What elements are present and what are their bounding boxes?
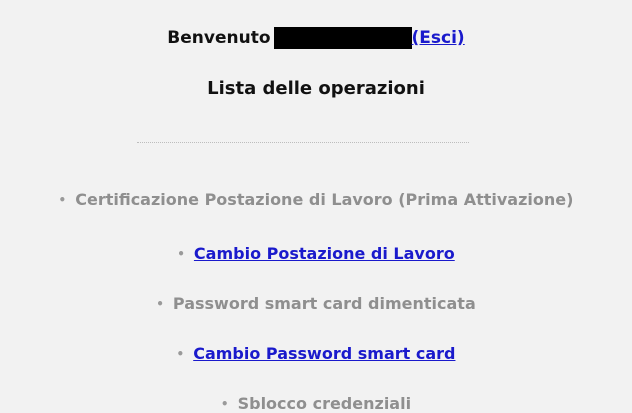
bullet-icon: • [58,192,67,207]
welcome-bar: Benvenuto (Esci) [0,27,632,49]
operation-item-workstation-change[interactable]: • Cambio Postazione di Lavoro [0,243,632,263]
redacted-username [273,27,412,49]
operation-item-forgotten-password: • Password smart card dimenticata [0,293,632,313]
page-title: Lista delle operazioni [207,78,425,99]
operation-label: Certificazione Postazione di Lavoro (Pri… [75,190,574,209]
bullet-icon: • [177,246,185,261]
bullet-icon: • [220,396,229,411]
operation-item-unlock-credentials: • Sblocco credenziali [0,393,632,413]
operation-item-workstation-certification: • Certificazione Postazione di Lavoro (Pr… [0,189,632,209]
bullet-icon: • [176,346,185,361]
operation-item-password-change[interactable]: • Cambio Password smart card [0,343,632,363]
bullet-icon: • [156,296,164,311]
operation-label: Sblocco credenziali [237,394,412,413]
operation-label: Password smart card dimenticata [172,294,476,313]
logout-link[interactable]: (Esci) [412,28,465,48]
welcome-label: Benvenuto [167,28,271,48]
dotted-divider [137,142,469,143]
password-change-link[interactable]: Cambio Password smart card [193,344,455,363]
workstation-change-link[interactable]: Cambio Postazione di Lavoro [194,244,455,263]
